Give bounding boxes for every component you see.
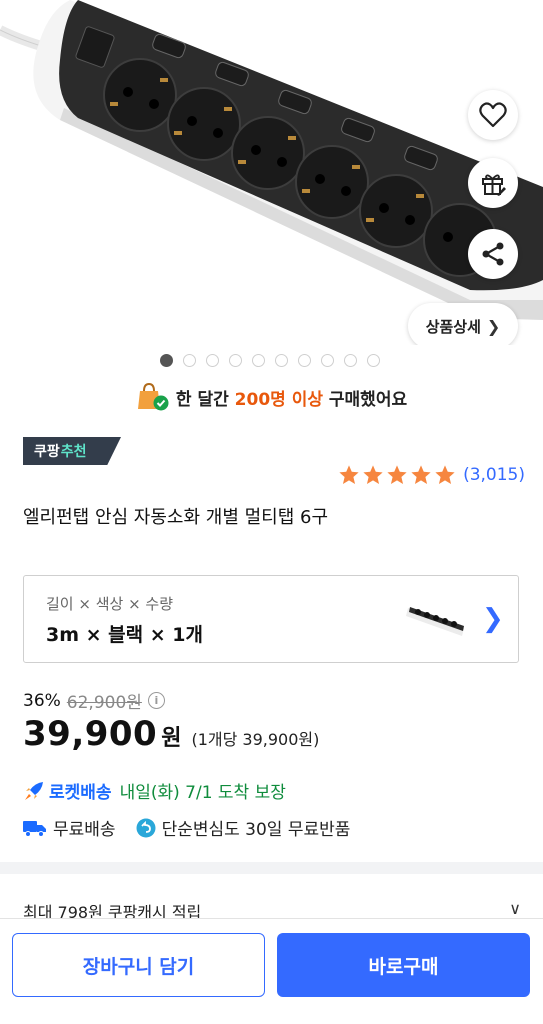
carousel-dot[interactable] xyxy=(206,354,219,367)
purchase-highlight: 200명 이상 xyxy=(234,389,323,410)
purchase-count-banner: 한 달간 200명 이상 구매했어요 xyxy=(0,382,543,412)
product-title: 엘리펀탭 안심 자동소화 개별 멀티탭 6구 xyxy=(23,507,329,528)
coupang-recommend-badge: 쿠팡 추천 xyxy=(23,437,121,465)
original-price: 62,900원 xyxy=(66,693,142,713)
option-thumbnail xyxy=(406,607,464,636)
badge-part1: 쿠팡 xyxy=(34,444,60,460)
carousel-dot[interactable] xyxy=(298,354,311,367)
product-detail-label: 상품상세 xyxy=(425,317,481,336)
rating[interactable]: (3,015) xyxy=(338,464,525,486)
currency-label: 원 xyxy=(161,726,182,751)
review-count[interactable]: (3,015) xyxy=(463,465,525,485)
carousel-dot[interactable] xyxy=(183,354,196,367)
free-return-label: 단순변심도 30일 무료반품 xyxy=(161,820,351,840)
chevron-right-icon: ❯ xyxy=(486,316,501,336)
shopping-bag-check-icon xyxy=(137,382,169,411)
add-to-cart-button[interactable]: 장바구니 담기 xyxy=(12,933,265,997)
wishlist-button[interactable] xyxy=(468,90,518,140)
info-icon[interactable]: i xyxy=(147,692,165,709)
star-icon xyxy=(411,465,431,484)
purchase-prefix: 한 달간 xyxy=(175,389,235,410)
carousel-dot[interactable] xyxy=(344,354,357,367)
carousel-dot[interactable] xyxy=(229,354,242,367)
share-icon xyxy=(482,242,504,266)
option-label: 길이 × 색상 × 수량 xyxy=(46,595,174,613)
star-icon xyxy=(363,465,383,484)
product-image xyxy=(0,0,543,320)
discount-rate: 36% xyxy=(23,690,61,711)
gift-button[interactable] xyxy=(468,158,518,208)
star-icon xyxy=(387,465,407,484)
rocket-delivery-label: 로켓배송 xyxy=(49,783,112,803)
product-detail-button[interactable]: 상품상세 ❯ xyxy=(408,303,518,345)
heart-icon xyxy=(479,102,507,128)
section-divider xyxy=(0,862,543,874)
star-icon xyxy=(339,465,359,484)
badge-part2: 추천 xyxy=(60,444,87,460)
buy-now-button[interactable]: 바로구매 xyxy=(277,933,530,997)
shipping-row: 무료배송 단순변심도 30일 무료반품 xyxy=(23,815,350,840)
share-button[interactable] xyxy=(468,229,518,279)
star-icon xyxy=(435,465,455,484)
option-value: 3m × 블랙 × 1개 xyxy=(46,624,203,646)
bottom-action-bar: 장바구니 담기 바로구매 xyxy=(0,918,543,1024)
carousel-dot[interactable] xyxy=(321,354,334,367)
option-selector[interactable]: 길이 × 색상 × 수량 3m × 블랙 × 1개 ❯ xyxy=(23,575,519,663)
product-image-carousel[interactable]: 상품상세 ❯ xyxy=(0,0,543,345)
price-row: 39,900 원 (1개당 39,900원) xyxy=(23,714,319,754)
free-shipping-label: 무료배송 xyxy=(53,820,116,840)
rocket-icon xyxy=(25,781,43,800)
purchase-suffix: 구매했어요 xyxy=(322,389,408,410)
unit-price: (1개당 39,900원) xyxy=(191,730,320,749)
carousel-dot[interactable] xyxy=(252,354,265,367)
truck-icon xyxy=(23,820,46,837)
sale-price: 39,900 xyxy=(23,714,158,754)
gift-icon xyxy=(482,174,506,196)
arrival-date: 내일(화) 7/1 도착 보장 xyxy=(119,783,286,803)
return-icon xyxy=(136,818,156,837)
carousel-dot[interactable] xyxy=(160,354,173,367)
carousel-dot[interactable] xyxy=(275,354,288,367)
discount-row: 36% 62,900원 i xyxy=(23,688,165,713)
rocket-delivery-row: 로켓배송 내일(화) 7/1 도착 보장 xyxy=(23,778,286,803)
carousel-indicator xyxy=(160,354,380,367)
carousel-dot[interactable] xyxy=(367,354,380,367)
chevron-right-icon: ❯ xyxy=(482,604,504,634)
